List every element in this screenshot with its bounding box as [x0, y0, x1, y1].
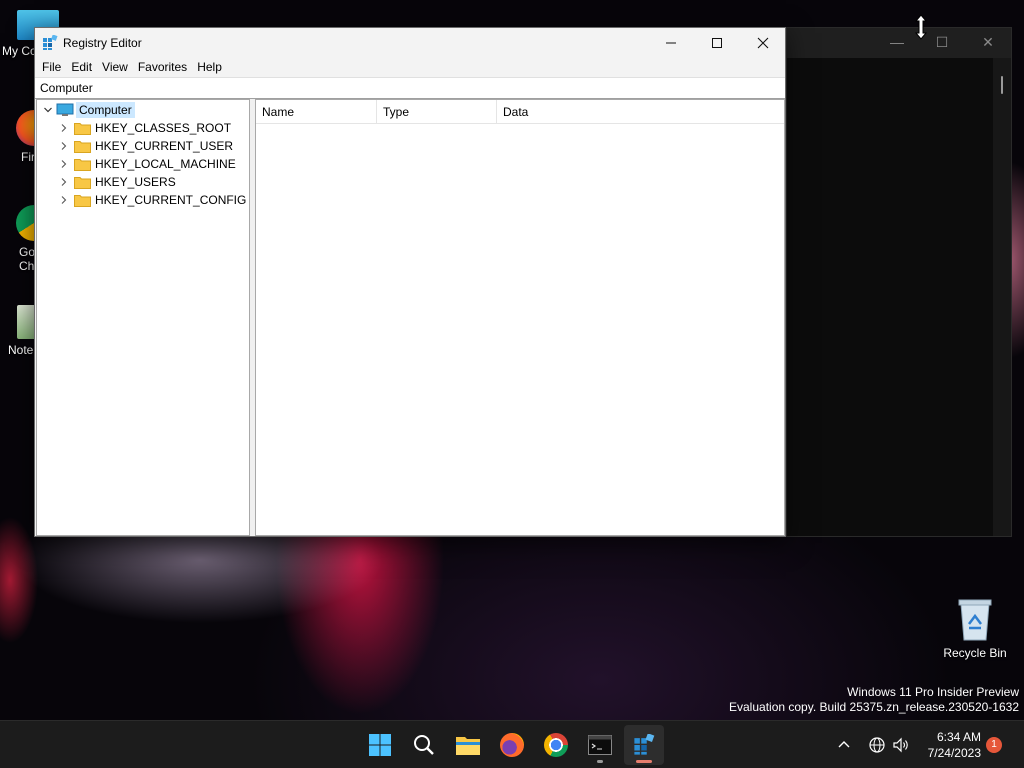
chevron-right-icon[interactable] — [57, 121, 71, 135]
watermark-build: Evaluation copy. Build 25375.zn_release.… — [729, 700, 1019, 714]
folder-icon — [74, 158, 91, 171]
menu-file[interactable]: File — [37, 57, 66, 77]
tree-item-hkey-classes-root[interactable]: HKEY_CLASSES_ROOT — [57, 119, 231, 137]
maximize-button[interactable] — [694, 28, 740, 57]
chevron-right-icon[interactable] — [57, 157, 71, 171]
taskbar-terminal[interactable] — [580, 725, 620, 765]
folder-icon — [74, 122, 91, 135]
speaker-icon[interactable] — [892, 736, 910, 754]
column-header-name[interactable]: Name — [256, 100, 377, 123]
close-icon — [757, 37, 769, 48]
running-indicator — [597, 760, 603, 763]
chevron-right-icon[interactable] — [57, 175, 71, 189]
key-tree[interactable]: Computer HKEY_CLASSES_ROOT HKEY_CURRENT_… — [36, 99, 250, 536]
maximize-icon[interactable]: ☐ — [932, 34, 952, 51]
system-tray — [836, 721, 910, 768]
chrome-icon — [544, 733, 568, 757]
registry-editor-window[interactable]: Registry Editor File Edit View Favorites… — [34, 27, 786, 537]
tree-item-computer[interactable]: Computer — [41, 101, 135, 119]
menu-bar: File Edit View Favorites Help — [35, 57, 785, 77]
tree-item-label: HKEY_CURRENT_CONFIG — [95, 193, 247, 207]
start-icon — [369, 734, 391, 756]
minimize-icon — [666, 42, 676, 43]
menu-help[interactable]: Help — [192, 57, 227, 77]
window-titlebar[interactable]: Registry Editor — [35, 28, 785, 57]
taskbar-registry-editor[interactable] — [624, 725, 664, 765]
file-explorer-icon — [456, 737, 480, 755]
tree-item-hkey-users[interactable]: HKEY_USERS — [57, 173, 176, 191]
terminal-scrollbar[interactable] — [993, 58, 1011, 536]
firefox-icon — [500, 733, 524, 757]
column-headers: Name Type Data — [256, 100, 784, 124]
windows-watermark: Windows 11 Pro Insider Preview Evaluatio… — [729, 685, 1019, 715]
desktop-icon-recycle-bin[interactable]: Recycle Bin — [943, 598, 1007, 660]
taskbar-chrome[interactable] — [536, 725, 576, 765]
search-icon — [414, 735, 434, 755]
terminal-scroll-thumb[interactable] — [1001, 76, 1003, 94]
registry-editor-icon — [43, 35, 58, 50]
chevron-right-icon[interactable] — [57, 139, 71, 153]
tree-item-hkey-local-machine[interactable]: HKEY_LOCAL_MACHINE — [57, 155, 236, 173]
tree-item-hkey-current-user[interactable]: HKEY_CURRENT_USER — [57, 137, 233, 155]
recycle-bin-icon — [958, 599, 992, 641]
clock-date: 7/24/2023 — [927, 746, 981, 760]
chevron-up-icon[interactable] — [836, 737, 852, 753]
taskbar-firefox[interactable] — [492, 725, 532, 765]
address-bar[interactable]: Computer — [35, 77, 785, 99]
start-button[interactable] — [360, 725, 400, 765]
taskbar: 6:34 AM 7/24/2023 1 — [0, 720, 1024, 768]
maximize-icon — [712, 37, 722, 48]
computer-icon — [56, 103, 74, 116]
watermark-edition: Windows 11 Pro Insider Preview — [847, 685, 1019, 699]
menu-edit[interactable]: Edit — [66, 57, 97, 77]
menu-favorites[interactable]: Favorites — [133, 57, 192, 77]
close-button[interactable] — [740, 28, 786, 57]
folder-icon — [74, 194, 91, 207]
taskbar-clock[interactable]: 6:34 AM 7/24/2023 — [928, 729, 981, 761]
tree-item-label: HKEY_CLASSES_ROOT — [95, 121, 232, 135]
tree-item-label: Computer — [76, 102, 135, 118]
taskbar-file-explorer[interactable] — [448, 725, 488, 765]
active-indicator — [636, 760, 652, 763]
column-header-data[interactable]: Data — [497, 100, 697, 123]
terminal-icon — [588, 735, 612, 755]
folder-icon — [74, 176, 91, 189]
minimize-icon[interactable]: — — [887, 34, 907, 50]
registry-editor-icon — [634, 734, 655, 755]
network-globe-icon[interactable] — [868, 736, 886, 754]
menu-view[interactable]: View — [97, 57, 133, 77]
tree-item-hkey-current-config[interactable]: HKEY_CURRENT_CONFIG — [57, 191, 246, 209]
tree-item-label: HKEY_CURRENT_USER — [95, 139, 234, 153]
resize-cursor-icon — [914, 14, 928, 40]
chevron-right-icon[interactable] — [57, 193, 71, 207]
terminal-window[interactable]: — ☐ ✕ — [786, 27, 1012, 537]
window-title: Registry Editor — [63, 36, 142, 50]
tree-item-label: HKEY_USERS — [95, 175, 176, 189]
close-icon[interactable]: ✕ — [978, 34, 998, 51]
notification-badge[interactable]: 1 — [986, 737, 1002, 753]
terminal-titlebar[interactable]: — ☐ ✕ — [787, 28, 1011, 58]
column-header-type[interactable]: Type — [377, 100, 497, 123]
minimize-button[interactable] — [648, 28, 694, 57]
recycle-bin-label: Recycle Bin — [943, 646, 1007, 660]
folder-icon — [74, 140, 91, 153]
clock-time: 6:34 AM — [936, 730, 981, 744]
editor-panes: Computer HKEY_CLASSES_ROOT HKEY_CURRENT_… — [35, 99, 785, 536]
chevron-down-icon[interactable] — [41, 103, 55, 117]
tree-item-label: HKEY_LOCAL_MACHINE — [95, 157, 236, 171]
search-button[interactable] — [404, 725, 444, 765]
values-list[interactable]: Name Type Data — [255, 99, 785, 536]
